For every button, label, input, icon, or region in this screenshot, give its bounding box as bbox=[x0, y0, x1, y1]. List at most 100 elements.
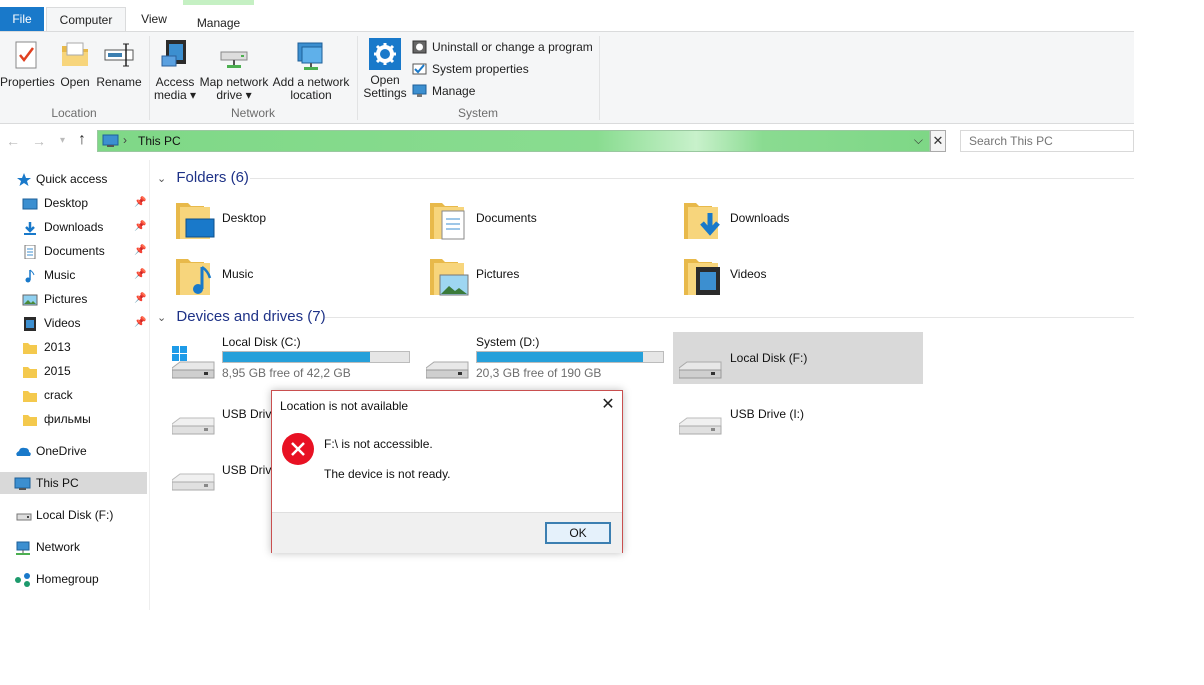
onedrive-cloud-icon bbox=[14, 444, 31, 458]
nav-onedrive[interactable]: OneDrive bbox=[0, 440, 147, 462]
pictures-icon bbox=[22, 292, 38, 306]
music-folder-icon bbox=[174, 255, 214, 297]
drive-capacity-bar bbox=[476, 351, 664, 363]
pin-icon[interactable]: 📌 bbox=[134, 288, 146, 310]
dialog-title: Location is not available bbox=[280, 399, 409, 413]
dialog-detail: The device is not ready. bbox=[324, 467, 451, 481]
folder-item-pictures[interactable]: Pictures bbox=[428, 251, 668, 299]
usb-drive-icon bbox=[171, 458, 216, 492]
back-button[interactable]: ← bbox=[6, 133, 20, 149]
folder-icon bbox=[22, 412, 38, 426]
properties-button[interactable]: Properties bbox=[0, 38, 55, 89]
up-button[interactable]: ↑ bbox=[78, 131, 86, 149]
forward-button[interactable]: → bbox=[32, 133, 46, 149]
folder-label: Music bbox=[222, 267, 254, 281]
folder-item-music[interactable]: Music bbox=[174, 251, 414, 299]
media-film-icon bbox=[158, 38, 192, 72]
homegroup-icon bbox=[14, 572, 30, 587]
this-pc-icon bbox=[102, 134, 119, 151]
dialog-close-button[interactable]: ✕ bbox=[598, 395, 618, 415]
add-location-label-2: location bbox=[290, 88, 332, 102]
nav-quick-access[interactable]: Quick access bbox=[0, 168, 147, 190]
nav-item-videos[interactable]: Videos 📌 bbox=[0, 312, 147, 334]
map-network-drive-button[interactable]: Map network drive ▾ bbox=[198, 38, 270, 102]
nav-homegroup[interactable]: Homegroup bbox=[0, 568, 147, 590]
folders-section-header[interactable]: ⌄ Folders (6) bbox=[157, 169, 249, 186]
nav-item-label: Documents bbox=[44, 244, 105, 258]
address-dropdown-icon[interactable]: ⌵ bbox=[914, 133, 923, 148]
nav-homegroup-label: Homegroup bbox=[36, 572, 99, 586]
nav-item-2013[interactable]: 2013 bbox=[0, 336, 147, 358]
address-clear-button[interactable]: ✕ bbox=[930, 130, 946, 152]
network-drive-icon bbox=[217, 38, 251, 72]
recent-locations-button[interactable]: ▾ bbox=[60, 135, 65, 146]
error-dialog: Location is not available ✕ F:\ is not a… bbox=[271, 390, 623, 553]
uninstall-icon bbox=[412, 40, 427, 54]
collapse-chevron-icon[interactable]: ⌄ bbox=[157, 173, 166, 185]
nav-item-crack[interactable]: crack bbox=[0, 384, 147, 406]
nav-item-documents[interactable]: Documents 📌 bbox=[0, 240, 147, 262]
nav-item-label: Music bbox=[44, 268, 76, 282]
pin-icon[interactable]: 📌 bbox=[134, 264, 146, 286]
section-divider bbox=[325, 317, 1134, 318]
access-media-label-2: media ▾ bbox=[153, 88, 197, 102]
open-settings-button[interactable]: Open Settings bbox=[362, 38, 408, 100]
folder-item-downloads[interactable]: Downloads bbox=[682, 195, 922, 243]
manage-button[interactable]: Manage bbox=[412, 81, 475, 101]
folder-icon bbox=[22, 364, 38, 378]
nav-item-label: Videos bbox=[44, 316, 81, 330]
tab-manage[interactable]: Manage bbox=[183, 0, 254, 31]
drive-item-f[interactable]: Local Disk (F:) bbox=[673, 332, 923, 384]
devices-section-header[interactable]: ⌄ Devices and drives (7) bbox=[157, 308, 326, 325]
nav-network-label: Network bbox=[36, 540, 81, 554]
address-chevron: › bbox=[123, 133, 127, 147]
nav-network[interactable]: Network bbox=[0, 536, 147, 558]
pin-icon[interactable]: 📌 bbox=[134, 192, 146, 214]
nav-local-disk-f[interactable]: Local Disk (F:) bbox=[0, 504, 147, 526]
folder-label: Videos bbox=[730, 267, 767, 281]
nav-item-music[interactable]: Music 📌 bbox=[0, 264, 147, 286]
desktop-folder-icon bbox=[174, 199, 215, 241]
add-network-location-button[interactable]: Add a network location bbox=[270, 38, 352, 102]
rename-button[interactable]: Rename bbox=[96, 38, 142, 89]
open-label: Open bbox=[60, 75, 90, 89]
folder-item-videos[interactable]: Videos bbox=[682, 251, 922, 299]
nav-item-2015[interactable]: 2015 bbox=[0, 360, 147, 382]
music-icon bbox=[22, 268, 38, 283]
properties-label: Properties bbox=[0, 75, 55, 89]
folder-item-desktop[interactable]: Desktop bbox=[174, 195, 414, 243]
drive-item-c[interactable]: Local Disk (C:) 8,95 GB free of 42,2 GB bbox=[171, 332, 422, 384]
access-media-button[interactable]: Access media ▾ bbox=[152, 38, 198, 102]
nav-item-films[interactable]: фильмы bbox=[0, 408, 147, 430]
nav-item-downloads[interactable]: Downloads 📌 bbox=[0, 216, 147, 238]
uninstall-program-button[interactable]: Uninstall or change a program bbox=[412, 37, 593, 57]
tab-file[interactable]: File bbox=[0, 7, 44, 31]
folder-label: Documents bbox=[476, 211, 537, 225]
nav-item-desktop[interactable]: Desktop 📌 bbox=[0, 192, 147, 214]
search-input[interactable] bbox=[960, 130, 1134, 152]
nav-item-pictures[interactable]: Pictures 📌 bbox=[0, 288, 147, 310]
ribbon-group-network: Access media ▾ Map network drive ▾ Add a… bbox=[150, 32, 356, 124]
drive-item-d[interactable]: System (D:) 20,3 GB free of 190 GB bbox=[425, 332, 676, 384]
tab-computer[interactable]: Computer bbox=[46, 7, 126, 32]
tab-view[interactable]: View bbox=[128, 7, 180, 31]
pin-icon[interactable]: 📌 bbox=[134, 240, 146, 262]
pin-icon[interactable]: 📌 bbox=[134, 216, 146, 238]
drive-label: Local Disk (F:) bbox=[730, 351, 808, 365]
nav-item-label: crack bbox=[44, 388, 73, 402]
pin-icon[interactable]: 📌 bbox=[134, 312, 146, 334]
folder-item-documents[interactable]: Documents bbox=[428, 195, 668, 243]
nav-onedrive-label: OneDrive bbox=[36, 444, 87, 458]
drive-label: System (D:) bbox=[476, 335, 540, 349]
error-icon bbox=[282, 433, 314, 465]
drive-label: USB Drive bbox=[222, 463, 279, 477]
system-properties-button[interactable]: System properties bbox=[412, 59, 529, 79]
nav-this-pc[interactable]: This PC bbox=[0, 472, 147, 494]
drive-item-usb-i[interactable]: USB Drive (I:) bbox=[678, 388, 929, 440]
nav-item-label: Downloads bbox=[44, 220, 104, 234]
system-properties-label: System properties bbox=[432, 62, 529, 76]
address-bar[interactable]: › This PC ⌵ bbox=[97, 130, 930, 152]
ok-button[interactable]: OK bbox=[545, 522, 611, 544]
open-button[interactable]: Open bbox=[54, 38, 96, 89]
collapse-chevron-icon[interactable]: ⌄ bbox=[157, 312, 166, 324]
